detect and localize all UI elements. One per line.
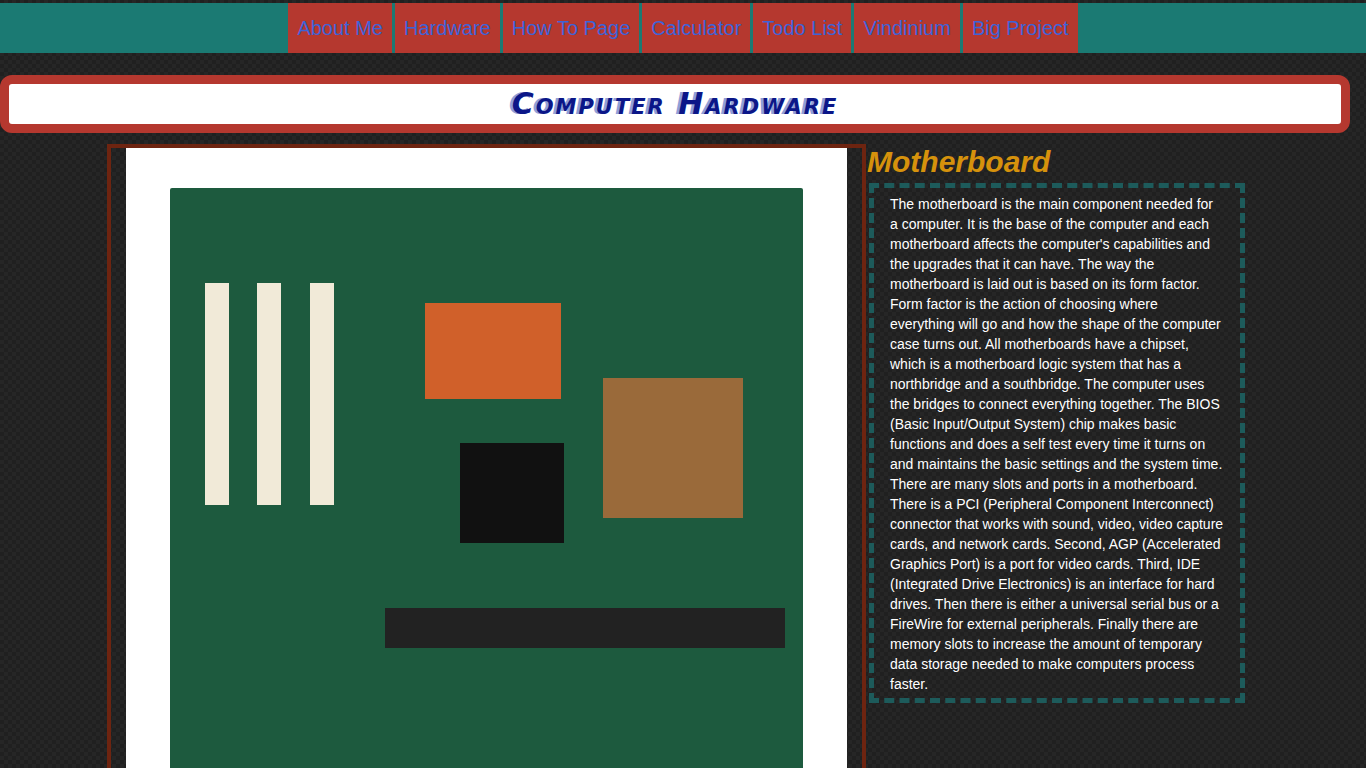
photo-frame bbox=[107, 144, 866, 768]
motherboard-photo bbox=[126, 148, 847, 768]
nav-tabs: About MeHardwareHow To PageCalculatorTod… bbox=[288, 3, 1077, 53]
heatsink bbox=[425, 303, 561, 399]
pci-slot bbox=[205, 283, 229, 505]
pci-slot bbox=[257, 283, 281, 505]
memory-slot bbox=[385, 608, 785, 648]
chipset-heatsink bbox=[460, 443, 564, 543]
section-textbox: The motherboard is the main component ne… bbox=[869, 183, 1245, 703]
cpu bbox=[603, 378, 743, 518]
section-heading: Motherboard bbox=[867, 144, 1247, 180]
nav-tab[interactable]: About Me bbox=[288, 3, 392, 53]
nav-tab[interactable]: Big Project bbox=[963, 3, 1078, 53]
page-title: Computer Hardware bbox=[512, 86, 839, 122]
nav-tab[interactable]: Hardware bbox=[395, 3, 500, 53]
motherboard-board bbox=[170, 188, 803, 768]
section-body: The motherboard is the main component ne… bbox=[890, 194, 1224, 694]
page-header: Computer Hardware bbox=[0, 75, 1350, 133]
article-section: Motherboard The motherboard is the main c… bbox=[867, 144, 1247, 703]
top-navbar: About MeHardwareHow To PageCalculatorTod… bbox=[0, 3, 1366, 53]
nav-tab[interactable]: Calculator bbox=[642, 3, 750, 53]
nav-tab[interactable]: How To Page bbox=[503, 3, 640, 53]
pci-slot bbox=[310, 283, 334, 505]
main-content: Motherboard The motherboard is the main c… bbox=[0, 144, 1366, 768]
nav-tab[interactable]: Vindinium bbox=[854, 3, 959, 53]
nav-tab[interactable]: Todo List bbox=[753, 3, 851, 53]
